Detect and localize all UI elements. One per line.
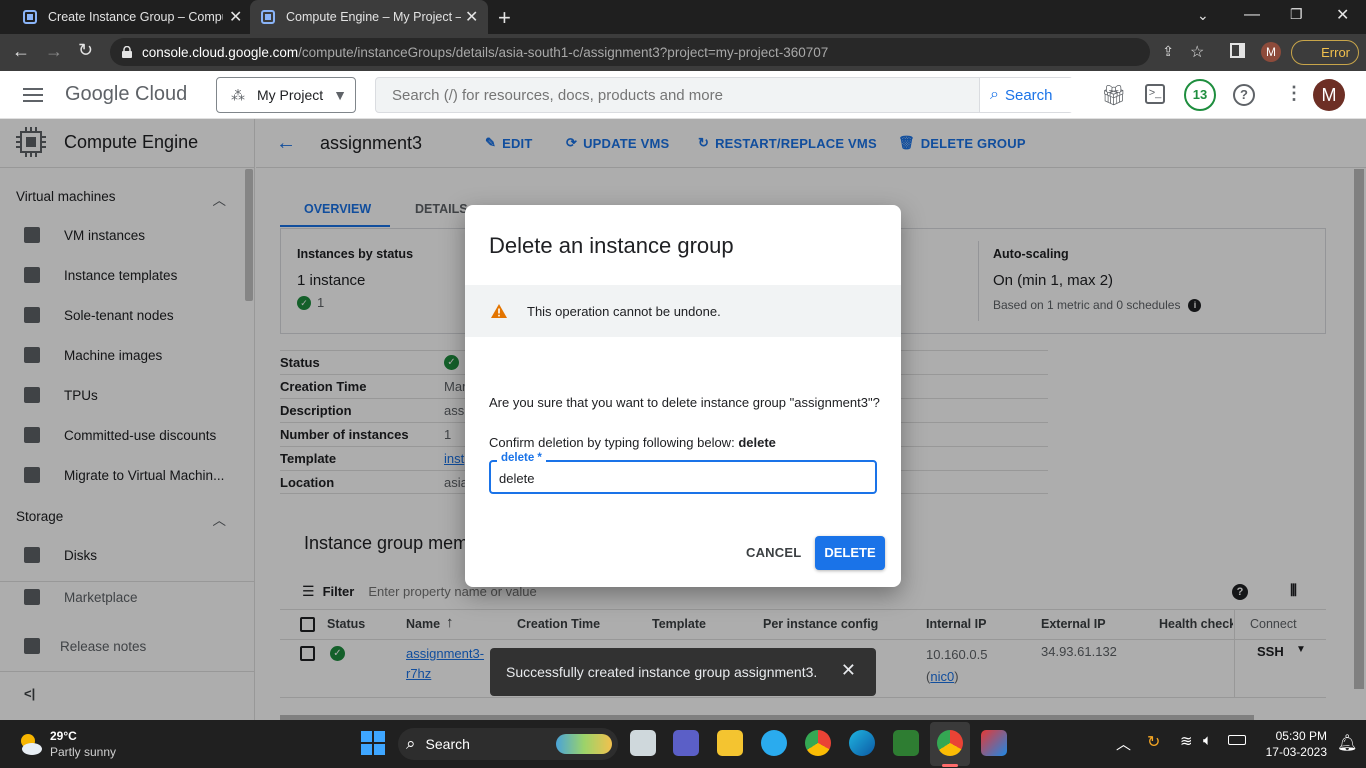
meet-icon[interactable] <box>893 730 919 756</box>
weather-partly-sunny-icon[interactable] <box>17 731 43 757</box>
search-bar: ⌕ Search <box>375 77 1073 113</box>
reload-icon[interactable]: ↻ <box>78 40 93 61</box>
confirmation-question: Are you sure that you want to delete ins… <box>489 395 880 410</box>
delete-button[interactable]: DELETE <box>815 536 885 570</box>
project-hierarchy-icon: ⁂ <box>231 86 245 103</box>
temperature: 29°C <box>50 729 77 743</box>
field-label: delete * <box>497 452 546 464</box>
dropdown-arrow-icon: ▼ <box>333 87 347 103</box>
restore-icon[interactable]: ❐ <box>1290 6 1303 23</box>
new-tab-icon[interactable]: + <box>498 5 511 31</box>
edge-icon[interactable] <box>849 730 875 756</box>
confirm-delete-field[interactable]: delete * delete <box>489 452 877 494</box>
warning-banner: This operation cannot be undone. <box>465 285 901 337</box>
notifications-badge[interactable]: 13 <box>1184 79 1216 111</box>
hamburger-menu-icon[interactable] <box>23 87 43 103</box>
delete-instance-group-dialog: Delete an instance group This operation … <box>465 205 901 587</box>
confirmation-instruction: Confirm deletion by typing following bel… <box>489 435 776 450</box>
logo-text: Google Cloud <box>65 83 188 105</box>
lock-icon <box>122 46 132 58</box>
cancel-button[interactable]: CANCEL <box>746 545 801 560</box>
side-panel-icon[interactable] <box>1230 43 1245 58</box>
browser-tab[interactable]: Create Instance Group – Comput ✕ <box>8 0 248 34</box>
teams-chat-icon[interactable] <box>673 730 699 756</box>
forward-icon[interactable]: → <box>45 41 63 62</box>
url-host: console.cloud.google.com <box>142 44 299 60</box>
confirm-word: delete <box>738 435 776 450</box>
dialog-title: Delete an instance group <box>489 233 734 258</box>
account-avatar[interactable]: M <box>1313 79 1345 111</box>
battery-icon[interactable] <box>1228 735 1246 745</box>
active-indicator <box>942 764 958 767</box>
search-button[interactable]: ⌕ Search <box>979 78 1073 112</box>
instruction-text: Confirm deletion by typing following bel… <box>489 435 739 450</box>
weather-text: Partly sunny <box>50 745 117 759</box>
gcp-header: Google Cloud ⁂ My Project ▼ ⌕ Search 🎁︎ … <box>0 71 1366 119</box>
browser-tab-active[interactable]: Compute Engine – My Project – C ✕ <box>250 0 488 34</box>
taskbar-search-label: Search <box>425 736 470 752</box>
taskbar-search[interactable]: ⌕ Search <box>398 728 618 760</box>
snackbar-message: Successfully created instance group assi… <box>506 664 818 680</box>
more-vert-icon[interactable]: ⋮ <box>1285 83 1303 104</box>
minimize-icon[interactable]: — <box>1244 6 1260 24</box>
volume-icon[interactable]: 🔈︎ <box>1203 732 1212 749</box>
url-path: /compute/instanceGroups/details/asia-sou… <box>298 44 829 60</box>
close-icon[interactable]: ✕ <box>841 660 856 681</box>
file-explorer-icon[interactable] <box>717 730 743 756</box>
tab-title: Create Instance Group – Comput <box>48 10 223 24</box>
sync-icon[interactable]: ↻ <box>1147 732 1160 752</box>
close-tab-icon[interactable]: ✕ <box>465 7 478 27</box>
bookmark-star-icon[interactable]: ☆ <box>1190 42 1204 62</box>
windows-taskbar: 29°C Partly sunny ⌕ Search ︿ ↻ ≋ 🔈︎ 05:3… <box>0 720 1366 768</box>
url-bar[interactable]: console.cloud.google.com /compute/instan… <box>110 38 1174 66</box>
search-highlight-image <box>556 734 612 754</box>
google-cloud-logo[interactable]: Google Cloud <box>65 83 187 106</box>
snackbar: Successfully created instance group assi… <box>490 648 876 696</box>
app-icon[interactable] <box>981 730 1007 756</box>
chrome-icon[interactable] <box>805 730 831 756</box>
windows-start-icon[interactable] <box>361 731 387 757</box>
search-button-label: Search <box>1004 86 1053 104</box>
warning-text: This operation cannot be undone. <box>527 303 721 319</box>
browser-error-badge[interactable]: Error <box>1291 40 1359 65</box>
close-window-icon[interactable]: ✕ <box>1336 5 1349 25</box>
task-view-icon[interactable] <box>630 730 656 756</box>
chrome-profile-icon[interactable] <box>937 730 963 756</box>
clock-time[interactable]: 05:30 PM <box>1267 729 1327 743</box>
chevron-up-icon[interactable]: ︿ <box>1116 733 1131 754</box>
clock-date[interactable]: 17-03-2023 <box>1262 745 1327 759</box>
warning-icon <box>491 304 507 318</box>
profile-avatar[interactable]: M <box>1261 42 1281 62</box>
gcp-favicon-icon <box>260 9 276 25</box>
browser-tab-bar: Create Instance Group – Comput ✕ Compute… <box>0 0 1366 34</box>
search-icon: ⌕ <box>990 86 999 103</box>
field-value: delete <box>499 471 535 486</box>
cloud-shell-icon[interactable]: >_ <box>1145 84 1165 104</box>
back-icon[interactable]: ← <box>12 41 30 62</box>
search-input[interactable] <box>376 78 979 112</box>
close-tab-icon[interactable]: ✕ <box>229 7 242 27</box>
wifi-icon[interactable]: ≋ <box>1180 732 1193 750</box>
project-picker[interactable]: ⁂ My Project ▼ <box>216 77 356 113</box>
notification-bell-icon[interactable]: 🔔︎ <box>1337 733 1357 753</box>
tab-title: Compute Engine – My Project – C <box>286 10 461 24</box>
project-name: My Project <box>257 87 324 103</box>
help-icon[interactable]: ? <box>1233 84 1255 106</box>
tab-search-chevron-icon[interactable]: ⌄ <box>1197 7 1209 24</box>
gift-icon[interactable]: 🎁︎ <box>1101 83 1126 108</box>
error-label: Error <box>1321 45 1350 60</box>
gcp-favicon-icon <box>22 9 38 25</box>
search-icon: ⌕ <box>406 734 416 753</box>
share-icon[interactable]: ⇪ <box>1162 43 1174 60</box>
telegram-icon[interactable] <box>761 730 787 756</box>
